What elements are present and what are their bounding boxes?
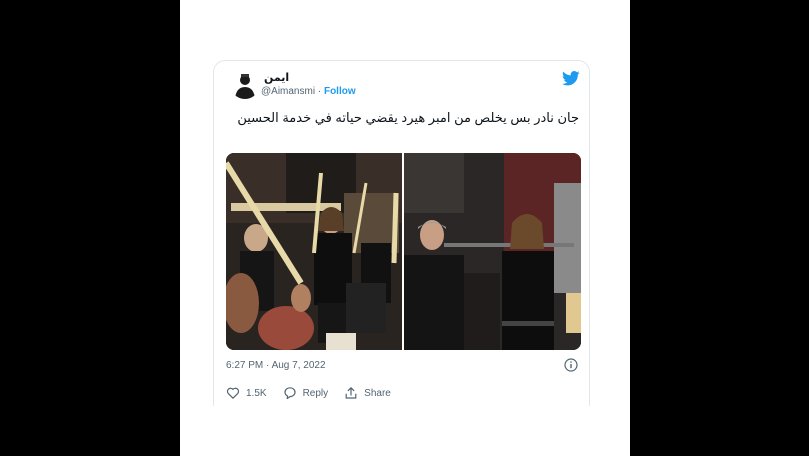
tweet-card[interactable]: ايمن @Aimansmi · Follow جان نادر بس يخلص… xyxy=(213,60,590,406)
tweet-media[interactable] xyxy=(226,153,581,350)
share-button[interactable]: Share xyxy=(344,386,391,400)
avatar[interactable] xyxy=(230,69,260,99)
display-name[interactable]: ايمن xyxy=(264,71,289,84)
media-photo-right[interactable] xyxy=(404,153,581,350)
tweet-actions: 1.5K Reply Share xyxy=(226,386,391,400)
user-handle[interactable]: @Aimansmi xyxy=(261,86,315,97)
reply-bubble-icon xyxy=(283,387,296,400)
reply-button[interactable]: Reply xyxy=(283,386,329,400)
like-count: 1.5K xyxy=(246,387,267,399)
handle-row: @Aimansmi · Follow xyxy=(261,86,356,97)
follow-button[interactable]: Follow xyxy=(324,86,356,97)
like-button[interactable]: 1.5K xyxy=(226,386,267,400)
tweet-timestamp[interactable]: 6:27 PM · Aug 7, 2022 xyxy=(226,360,326,371)
share-upload-icon xyxy=(345,387,357,399)
share-label: Share xyxy=(364,387,391,399)
separator-dot: · xyxy=(317,86,322,97)
tweet-text: جان نادر بس يخلص من امبر هيرد يقضي حياته… xyxy=(237,110,579,125)
heart-icon xyxy=(226,387,240,399)
media-photo-left[interactable] xyxy=(226,153,402,350)
twitter-bird-icon[interactable] xyxy=(562,71,580,86)
reply-label: Reply xyxy=(302,387,329,399)
info-icon[interactable] xyxy=(564,358,578,372)
